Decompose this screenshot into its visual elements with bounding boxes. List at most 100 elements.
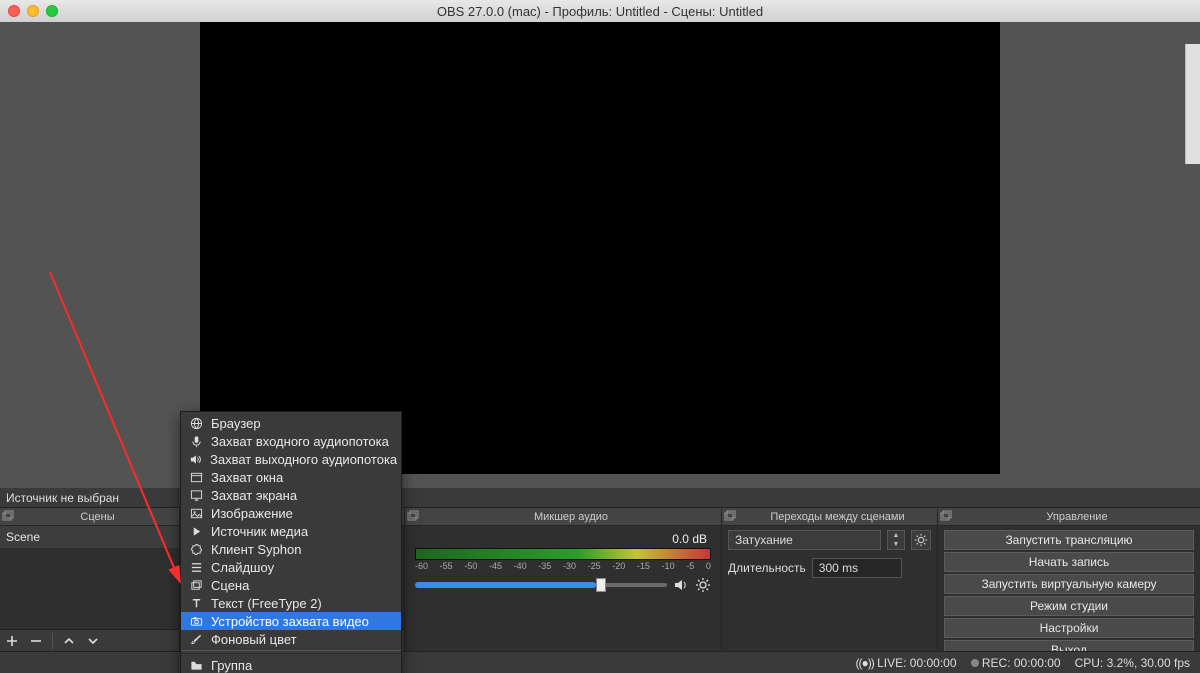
menu-item-label: Слайдшоу: [211, 560, 274, 575]
mixer-db-readout: 0.0 dB: [672, 532, 711, 546]
scenes-dock: Сцены Scene: [0, 508, 180, 651]
tick-label: -60: [415, 561, 428, 571]
menu-item-label: Фоновый цвет: [211, 632, 297, 647]
chevron-down-icon[interactable]: ▼: [888, 540, 904, 549]
menu-item-5[interactable]: Изображение: [181, 504, 401, 522]
menu-item-label: Группа: [211, 658, 252, 673]
detach-icon[interactable]: [407, 510, 421, 524]
transition-settings-button[interactable]: [911, 530, 931, 550]
menu-item-1[interactable]: Захват входного аудиопотока: [181, 432, 401, 450]
menu-separator: [181, 650, 401, 654]
mixer-title: Микшер аудио: [421, 511, 721, 523]
chevron-up-icon[interactable]: ▲: [888, 531, 904, 540]
menu-item-label: Изображение: [211, 506, 293, 521]
scenes-list[interactable]: Scene: [0, 526, 179, 629]
menu-item-label: Браузер: [211, 416, 261, 431]
tick-label: -55: [440, 561, 453, 571]
menu-item-12[interactable]: Фоновый цвет: [181, 630, 401, 648]
menu-item-4[interactable]: Захват экрана: [181, 486, 401, 504]
menu-item-0[interactable]: Браузер: [181, 414, 401, 432]
rec-status: REC: 00:00:00: [971, 656, 1061, 670]
mixer-meter: [415, 548, 711, 560]
layers-icon: [189, 579, 203, 592]
tick-label: -35: [538, 561, 551, 571]
scene-up-button[interactable]: [57, 631, 81, 651]
control-button-0[interactable]: Запустить трансляцию: [944, 530, 1194, 550]
menu-item-label: Захват входного аудиопотока: [211, 434, 389, 449]
menu-item-9[interactable]: Сцена: [181, 576, 401, 594]
scene-down-button[interactable]: [81, 631, 105, 651]
menu-item-6[interactable]: Источник медиа: [181, 522, 401, 540]
menu-item-label: Клиент Syphon: [211, 542, 302, 557]
tick-label: -20: [612, 561, 625, 571]
detach-icon[interactable]: [724, 510, 738, 524]
menu-item-label: Захват выходного аудиопотока: [210, 452, 397, 467]
menu-item-11[interactable]: Устройство захвата видео: [181, 612, 401, 630]
control-button-2[interactable]: Запустить виртуальную камеру: [944, 574, 1194, 594]
mic-icon: [189, 435, 203, 448]
tick-label: -45: [489, 561, 502, 571]
slideshow-list-icon: [189, 561, 203, 574]
app-body: Источник не выбран Сцены Scene: [0, 22, 1200, 673]
transitions-header: Переходы между сценами: [722, 508, 937, 526]
menu-item-label: Источник медиа: [211, 524, 308, 539]
tick-label: -5: [686, 561, 694, 571]
menu-item-label: Текст (FreeType 2): [211, 596, 322, 611]
gear-icon[interactable]: [695, 577, 711, 593]
transition-stepper[interactable]: ▲ ▼: [887, 530, 905, 550]
menu-item-8[interactable]: Слайдшоу: [181, 558, 401, 576]
window-icon: [189, 471, 203, 484]
tick-label: 0: [706, 561, 711, 571]
tick-label: -30: [563, 561, 576, 571]
globe-icon: [189, 417, 203, 430]
menu-item-3[interactable]: Захват окна: [181, 468, 401, 486]
titlebar: OBS 27.0.0 (mac) - Профиль: Untitled - С…: [0, 0, 1200, 22]
controls-body: Запустить трансляциюНачать записьЗапусти…: [938, 526, 1200, 651]
control-button-1[interactable]: Начать запись: [944, 552, 1194, 572]
broadcast-icon: ((●)): [856, 656, 874, 670]
puzzle-icon: [189, 543, 203, 556]
controls-header: Управление: [938, 508, 1200, 526]
control-button-4[interactable]: Настройки: [944, 618, 1194, 638]
tick-label: -40: [514, 561, 527, 571]
menu-item-label: Захват окна: [211, 470, 283, 485]
volume-slider[interactable]: [415, 583, 667, 587]
mixer-ticks: -60-55-50-45-40-35-30-25-20-15-10-50: [415, 561, 711, 571]
remove-scene-button[interactable]: [24, 631, 48, 651]
add-scene-button[interactable]: [0, 631, 24, 651]
scenes-title: Сцены: [16, 511, 179, 523]
menu-item-7[interactable]: Клиент Syphon: [181, 540, 401, 558]
transition-select[interactable]: Затухание: [728, 530, 881, 550]
folder-icon: [189, 659, 203, 672]
menu-item-2[interactable]: Захват выходного аудиопотока: [181, 450, 401, 468]
scenes-toolbar: [0, 629, 179, 651]
control-button-5[interactable]: Выход: [944, 640, 1194, 651]
duration-label: Длительность: [728, 561, 806, 575]
live-status: ((●)) LIVE: 00:00:00: [856, 656, 957, 670]
transitions-dock: Переходы между сценами Затухание ▲ ▼ Дли…: [722, 508, 938, 651]
menu-item-label: Захват экрана: [211, 488, 297, 503]
control-button-3[interactable]: Режим студии: [944, 596, 1194, 616]
mixer-header: Микшер аудио: [405, 508, 721, 526]
camera-icon: [189, 615, 203, 628]
mixer-dock: Микшер аудио 0.0 dB -60-55-50-45-40-35-3…: [405, 508, 722, 651]
tick-label: -10: [662, 561, 675, 571]
preview-canvas[interactable]: [200, 22, 1000, 474]
tick-label: -25: [588, 561, 601, 571]
menu-item-10[interactable]: Текст (FreeType 2): [181, 594, 401, 612]
speaker-dot-icon: [189, 453, 202, 466]
menu-item-label: Сцена: [211, 578, 249, 593]
detach-icon[interactable]: [940, 510, 954, 524]
add-source-menu[interactable]: Браузер Захват входного аудиопотока Захват…: [180, 411, 402, 673]
tick-label: -50: [464, 561, 477, 571]
scenes-header: Сцены: [0, 508, 179, 526]
speaker-icon[interactable]: [673, 577, 689, 593]
menu-item-14[interactable]: Группа: [181, 656, 401, 673]
duration-field[interactable]: 300 ms: [812, 558, 902, 578]
monitor-icon: [189, 489, 203, 502]
menu-item-label: Устройство захвата видео: [211, 614, 369, 629]
detach-icon[interactable]: [2, 510, 16, 524]
transitions-body: Затухание ▲ ▼ Длительность 300 ms: [722, 526, 937, 651]
text-t-icon: [189, 597, 203, 610]
scene-item[interactable]: Scene: [0, 526, 179, 548]
